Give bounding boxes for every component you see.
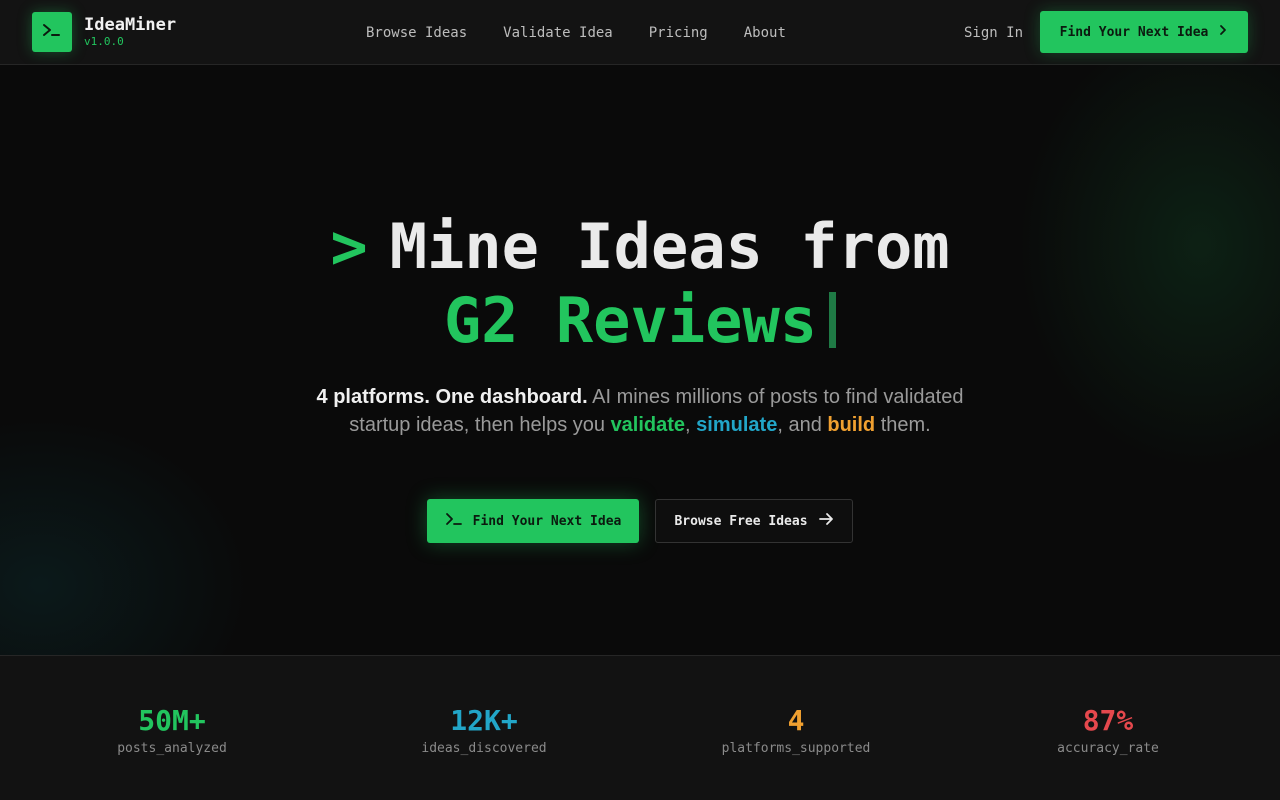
hero-subtitle: 4 platforms. One dashboard. AI mines mil… — [310, 383, 970, 439]
stat-label: posts_analyzed — [117, 741, 227, 756]
sign-in-link[interactable]: Sign In — [964, 24, 1023, 42]
logo-version: v1.0.0 — [84, 35, 124, 48]
find-idea-button[interactable]: Find Your Next Idea — [427, 499, 639, 543]
top-header: IdeaMiner v1.0.0 Browse Ideas Validate I… — [0, 0, 1280, 65]
subtitle-comma: , — [685, 414, 697, 436]
hero-title-line2: G2 Reviews — [0, 285, 1280, 357]
chevron-right-icon — [1218, 24, 1228, 40]
nav-about[interactable]: About — [744, 24, 786, 42]
stat-ideas: 12K+ ideas_discovered — [328, 704, 640, 758]
stat-value: 50M+ — [138, 704, 206, 737]
stat-value: 4 — [787, 704, 805, 737]
highlight-simulate: simulate — [696, 414, 778, 436]
prompt-symbol: > — [330, 210, 368, 283]
stat-posts: 50M+ posts_analyzed — [16, 704, 328, 758]
nav-browse-ideas[interactable]: Browse Ideas — [366, 24, 467, 42]
header-cta-button[interactable]: Find Your Next Idea — [1040, 11, 1248, 53]
subtitle-end: them. — [875, 414, 931, 436]
stat-label: ideas_discovered — [421, 741, 547, 756]
subtitle-bold: 4 platforms. One dashboard. — [316, 386, 588, 408]
terminal-icon — [445, 512, 463, 530]
stat-value: 87% — [1082, 704, 1134, 737]
subtitle-and: , and — [777, 414, 828, 436]
stats-section: 50M+ posts_analyzed 12K+ ideas_discovere… — [0, 655, 1280, 800]
main-nav: Browse Ideas Validate Idea Pricing About — [366, 24, 822, 42]
nav-pricing[interactable]: Pricing — [649, 24, 708, 42]
hero-section: > Mine Ideas from G2 Reviews 4 platforms.… — [0, 65, 1280, 655]
highlight-build: build — [827, 414, 876, 436]
text-cursor — [829, 292, 837, 348]
stat-value: 12K+ — [450, 704, 518, 737]
arrow-right-icon — [818, 512, 834, 530]
browse-free-ideas-button[interactable]: Browse Free Ideas — [655, 499, 853, 543]
browse-free-label: Browse Free Ideas — [674, 513, 808, 529]
stat-label: accuracy_rate — [1057, 741, 1159, 756]
header-cta-label: Find Your Next Idea — [1059, 24, 1209, 40]
hero-title-line1: > Mine Ideas from — [0, 211, 1280, 283]
nav-validate-idea[interactable]: Validate Idea — [503, 24, 613, 42]
hero-title-text: Mine Ideas from — [389, 210, 950, 283]
logo-text[interactable]: IdeaMiner v1.0.0 — [84, 14, 176, 48]
stat-platforms: 4 platforms_supported — [640, 704, 952, 758]
highlight-validate: validate — [610, 414, 686, 436]
stat-accuracy: 87% accuracy_rate — [952, 704, 1264, 758]
logo-mark[interactable] — [32, 12, 72, 52]
terminal-icon — [42, 22, 62, 42]
stat-label: platforms_supported — [721, 741, 871, 756]
hero-platform-text: G2 Reviews — [443, 284, 818, 357]
find-idea-label: Find Your Next Idea — [472, 513, 622, 529]
logo-name: IdeaMiner — [84, 15, 177, 35]
